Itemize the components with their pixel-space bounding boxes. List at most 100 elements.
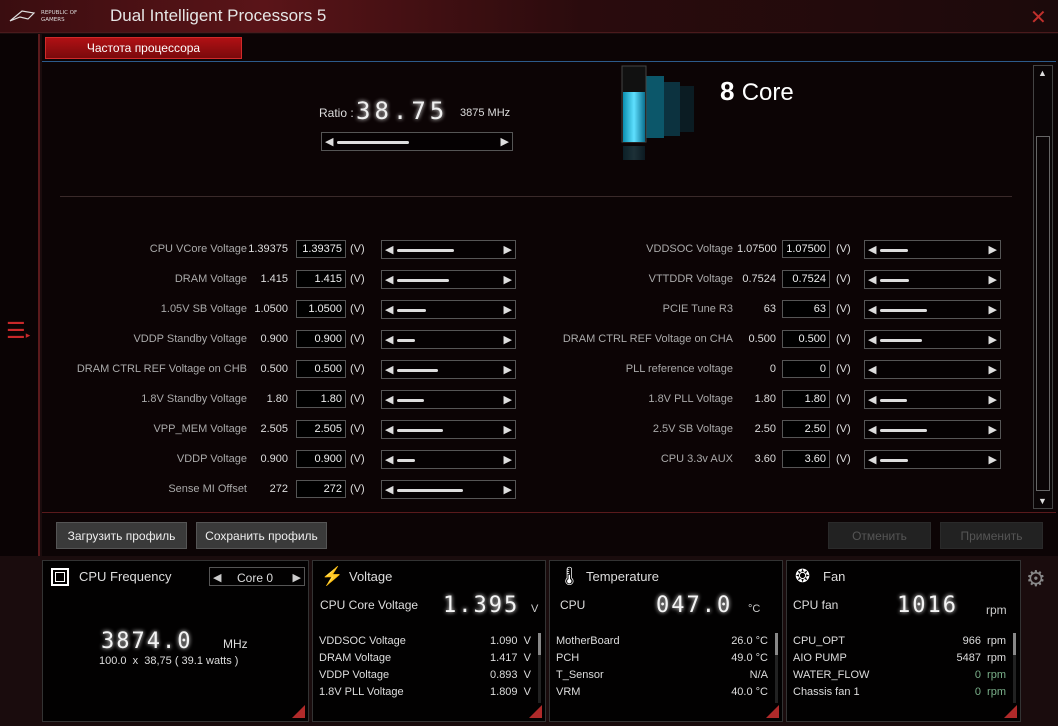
cancel-button[interactable]: Отменить	[828, 522, 931, 549]
slider-right-arrow[interactable]: ▶	[989, 243, 997, 256]
slider-left-arrow[interactable]: ◀	[868, 273, 876, 286]
slider-right-arrow[interactable]: ▶	[989, 393, 997, 406]
slider-right-arrow[interactable]: ▶	[989, 363, 997, 376]
scroll-up-icon[interactable]: ▲	[1038, 68, 1047, 78]
slider-right-arrow[interactable]: ▶	[989, 273, 997, 286]
slider-left-arrow[interactable]: ◀	[868, 333, 876, 346]
slider-right-arrow[interactable]: ▶	[504, 393, 512, 406]
tab-cpu-frequency[interactable]: Частота процессора	[45, 37, 242, 59]
slider-right-arrow[interactable]: ▶	[504, 363, 512, 376]
row-slider[interactable]: ◀ ▶	[381, 420, 516, 439]
expand-corner-icon[interactable]	[1004, 705, 1017, 718]
slider-right-arrow[interactable]: ▶	[504, 453, 512, 466]
slider-left-arrow[interactable]: ◀	[385, 483, 393, 496]
row-slider[interactable]: ◀ ▶	[864, 270, 1001, 289]
item-value: 0.893 V	[490, 669, 531, 681]
close-icon[interactable]: ✕	[1030, 5, 1047, 30]
row-slider[interactable]: ◀ ▶	[381, 240, 516, 259]
expand-corner-icon[interactable]	[529, 705, 542, 718]
scroll-thumb[interactable]	[1036, 136, 1050, 491]
row-slider[interactable]: ◀ ▶	[381, 270, 516, 289]
slider-left-arrow[interactable]: ◀	[868, 453, 876, 466]
load-profile-button[interactable]: Загрузить профиль	[56, 522, 187, 549]
row-slider[interactable]: ◀ ▶	[864, 450, 1001, 469]
slider-left-arrow[interactable]: ◀	[868, 243, 876, 256]
slider-left-arrow[interactable]: ◀	[385, 423, 393, 436]
row-value-input[interactable]	[296, 390, 346, 408]
row-slider[interactable]: ◀ ▶	[864, 420, 1001, 439]
row-slider[interactable]: ◀ ▶	[864, 300, 1001, 319]
list-item: T_Sensor N/A	[556, 669, 768, 686]
menu-icon[interactable]: ☰▸	[6, 318, 30, 344]
list-scrollbar[interactable]	[538, 633, 541, 703]
slider-left-arrow[interactable]: ◀	[385, 393, 393, 406]
apply-button[interactable]: Применить	[940, 522, 1043, 549]
row-value-input[interactable]	[782, 240, 830, 258]
row-value-input[interactable]	[296, 450, 346, 468]
slider-left-arrow[interactable]: ◀	[868, 303, 876, 316]
row-value-input[interactable]	[296, 240, 346, 258]
slider-right-arrow[interactable]: ▶	[504, 243, 512, 256]
panel-title: Temperature	[586, 569, 659, 584]
item-value: 0 rpm	[974, 669, 1006, 681]
slider-right-arrow[interactable]: ▶	[989, 333, 997, 346]
row-slider[interactable]: ◀ ▶	[381, 450, 516, 469]
scrollbar[interactable]: ▲ ▼	[1033, 65, 1053, 509]
slider-right-arrow[interactable]: ▶	[989, 303, 997, 316]
slider-left-arrow[interactable]: ◀	[385, 363, 393, 376]
slider-left-arrow[interactable]: ◀	[868, 393, 876, 406]
slider-right-arrow[interactable]: ▶	[989, 423, 997, 436]
row-value-input[interactable]	[782, 420, 830, 438]
row-slider[interactable]: ◀ ▶	[864, 240, 1001, 259]
slider-left-arrow[interactable]: ◀	[868, 423, 876, 436]
row-slider[interactable]: ◀ ▶	[381, 330, 516, 349]
row-value-input[interactable]	[782, 450, 830, 468]
row-value-input[interactable]	[782, 360, 830, 378]
slider-right-arrow[interactable]: ▶	[504, 273, 512, 286]
row-value-input[interactable]	[782, 270, 830, 288]
row-value-input[interactable]	[296, 360, 346, 378]
list-scrollbar[interactable]	[1013, 633, 1016, 703]
slider-right-arrow[interactable]: ▶	[989, 453, 997, 466]
row-slider[interactable]: ◀ ▶	[381, 300, 516, 319]
row-value-input[interactable]	[296, 270, 346, 288]
row-slider[interactable]: ◀ ▶	[381, 390, 516, 409]
row-slider[interactable]: ◀ ▶	[864, 360, 1001, 379]
gear-icon[interactable]: ⚙	[1026, 566, 1046, 592]
row-value-input[interactable]	[782, 330, 830, 348]
slider-left-arrow[interactable]: ◀	[325, 135, 333, 148]
row-slider[interactable]: ◀ ▶	[864, 330, 1001, 349]
save-profile-button[interactable]: Сохранить профиль	[196, 522, 327, 549]
slider-right-arrow[interactable]: ▶	[504, 333, 512, 346]
slider-right-arrow[interactable]: ▶	[501, 135, 509, 148]
list-scrollbar[interactable]	[775, 633, 778, 703]
expand-corner-icon[interactable]	[292, 705, 305, 718]
row-value-input[interactable]	[296, 300, 346, 318]
slider-left-arrow[interactable]: ◀	[385, 333, 393, 346]
slider-left-arrow[interactable]: ◀	[868, 363, 876, 376]
row-slider[interactable]: ◀ ▶	[381, 360, 516, 379]
slider-right-arrow[interactable]: ▶	[504, 303, 512, 316]
row-value-input[interactable]	[782, 390, 830, 408]
row-current-value: 1.0500	[254, 303, 288, 315]
slider-left-arrow[interactable]: ◀	[385, 243, 393, 256]
slider-right-arrow[interactable]: ▶	[504, 423, 512, 436]
row-value-input[interactable]	[782, 300, 830, 318]
row-current-value: 0.500	[748, 333, 776, 345]
slider-right-arrow[interactable]: ▶	[504, 483, 512, 496]
slider-left-arrow[interactable]: ◀	[385, 303, 393, 316]
row-slider[interactable]: ◀ ▶	[381, 480, 516, 499]
row-value-input[interactable]	[296, 420, 346, 438]
prev-core-icon[interactable]: ◀	[213, 571, 221, 584]
core-selector[interactable]: ◀ Core 0 ▶	[209, 567, 305, 586]
ratio-slider[interactable]: ◀ ▶	[321, 132, 513, 151]
slider-left-arrow[interactable]: ◀	[385, 453, 393, 466]
row-slider[interactable]: ◀ ▶	[864, 390, 1001, 409]
scroll-down-icon[interactable]: ▼	[1038, 496, 1047, 506]
next-core-icon[interactable]: ▶	[293, 571, 301, 584]
row-value-input[interactable]	[296, 480, 346, 498]
row-value-input[interactable]	[296, 330, 346, 348]
expand-corner-icon[interactable]	[766, 705, 779, 718]
slider-left-arrow[interactable]: ◀	[385, 273, 393, 286]
core-select-value: Core 0	[237, 571, 274, 585]
